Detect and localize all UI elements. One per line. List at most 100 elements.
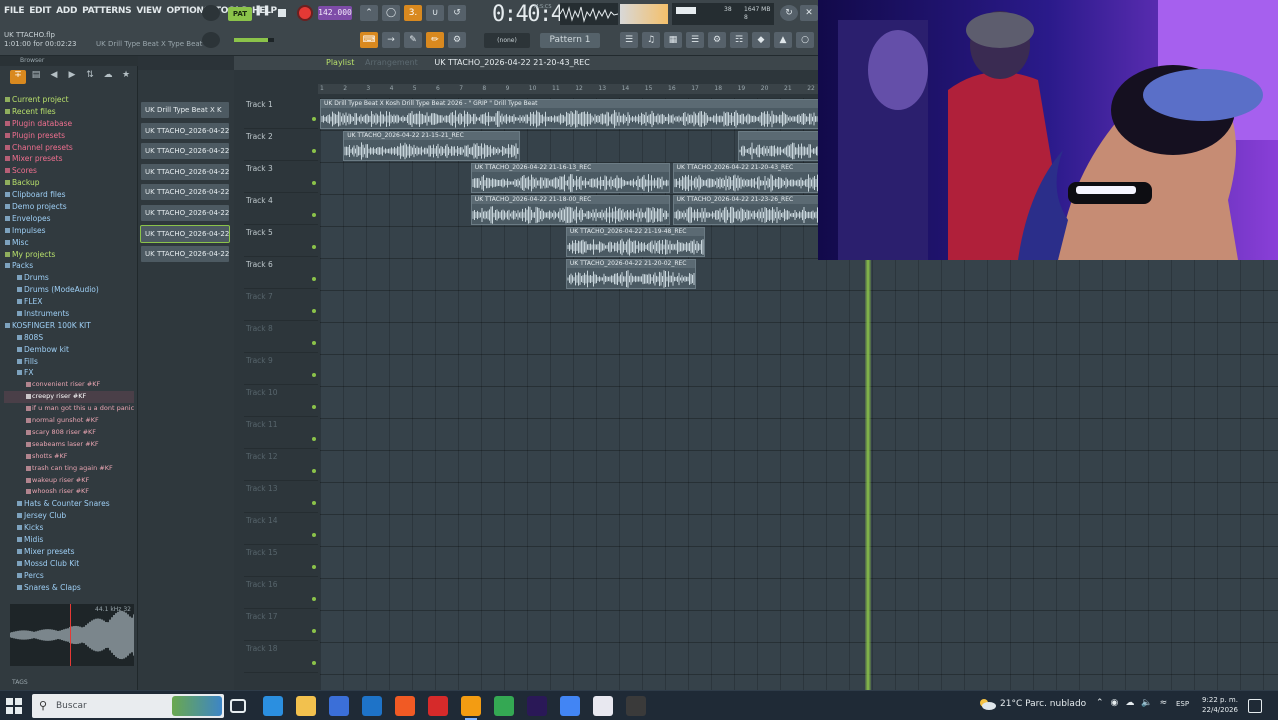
track-mute-led[interactable] [312,181,316,185]
browser-item[interactable]: Drums [4,272,134,284]
track-header[interactable]: Track 10 [244,386,318,417]
file-explorer-icon[interactable] [296,696,316,716]
media-player-icon[interactable] [593,696,613,716]
tempo-display[interactable]: 142.000 [318,6,352,20]
browser-tags[interactable]: TAGS [0,676,138,690]
track-header[interactable]: Track 5 [244,226,318,257]
browser-item[interactable]: Hats & Counter Snares [4,498,134,510]
track-header[interactable]: Track 2 [244,130,318,161]
browser-item[interactable]: Drums (ModeAudio) [4,284,134,296]
audio-clip[interactable]: UK TTACHO_2026-04-22 21-15-21_REC [343,131,520,161]
browser-item[interactable]: convenient riser #KF [4,379,134,391]
star-icon[interactable]: ★ [118,70,134,84]
track-header[interactable]: Track 16 [244,578,318,609]
browser-item[interactable]: Current project [4,94,134,106]
language-indicator[interactable]: ESP [1176,700,1189,708]
browser-item[interactable]: Plugin presets [4,130,134,142]
picker-clip[interactable]: UK TTACHO_2026-04-22 2 [141,143,229,160]
picker-clip[interactable]: UK TTACHO_2026-04-22 2 [141,163,229,180]
browser-item[interactable]: Midis [4,534,134,546]
audio-clip[interactable]: UK TTACHO_2026-04-22 21-18-00_REC [470,195,671,225]
browser-item[interactable]: Mixer presets [4,546,134,558]
plugin-picker-icon[interactable]: ◆ [752,32,770,48]
audio-clip[interactable]: UK TTACHO_2026-04-22 21-23-26_REC [672,195,831,225]
browser-item[interactable]: Channel presets [4,142,134,154]
track-header[interactable]: Track 4 [244,194,318,225]
windows-start-icon[interactable] [6,698,22,714]
browser-item[interactable]: Envelopes [4,213,134,225]
metronome-icon[interactable]: ⌃ [360,5,378,21]
volume-icon[interactable]: 🔈 [1141,698,1152,708]
browser-item[interactable]: Impulses [4,225,134,237]
browser-item[interactable]: Backup [4,177,134,189]
network-icon[interactable]: ◉ [1111,698,1119,708]
track-mute-led[interactable] [312,149,316,153]
menu-patterns[interactable]: PATTERNS [82,6,132,16]
track-header[interactable]: Track 15 [244,546,318,577]
menu-file[interactable]: FILE [4,6,24,16]
browser-item[interactable]: creepy riser #KF [4,391,134,404]
online-icon[interactable]: ↻ [780,5,798,21]
browser-item[interactable]: FX [4,367,134,379]
browser-item[interactable]: Jersey Club [4,510,134,522]
browser-item[interactable]: Clipboard files [4,189,134,201]
track-header[interactable]: Track 7 [244,290,318,321]
browser-item[interactable]: shotts #KF [4,451,134,463]
blend-notes-icon[interactable]: ∪ [426,5,444,21]
browser-item[interactable]: Recent files [4,106,134,118]
track-mute-led[interactable] [312,437,316,441]
track-mute-led[interactable] [312,597,316,601]
browser-item[interactable]: 808S [4,332,134,344]
browser-item[interactable]: Scores [4,165,134,177]
loop-record-icon[interactable]: ↺ [448,5,466,21]
sort-icon[interactable]: ⇅ [82,70,98,84]
browser-item[interactable]: Instruments [4,308,134,320]
pattern-song-toggle[interactable]: PAT [228,7,252,21]
track-mute-led[interactable] [312,245,316,249]
track-mute-led[interactable] [312,661,316,665]
picker-clip[interactable]: UK Drill Type Beat X K [141,102,229,118]
track-mute-led[interactable] [312,373,316,377]
track-header[interactable]: Track 1 [244,98,318,129]
mixer-icon[interactable]: ☰ [686,32,704,48]
browser-item[interactable]: Mossd Club Kit [4,558,134,570]
picker-clip[interactable]: UK TTACHO_2026-04-22 2 [141,205,229,221]
browser-item[interactable]: Kicks [4,522,134,534]
pencil-icon[interactable]: ✎ [404,32,422,48]
picker-clip[interactable]: UK TTACHO_2026-04-22 2 [141,184,229,201]
track-mute-led[interactable] [312,533,316,537]
audio-clip[interactable]: UK Drill Type Beat X Kosh Drill Type Bea… [320,99,831,129]
collapse-icon[interactable]: ∓ [10,70,26,84]
track-header[interactable]: Track 6 [244,258,318,289]
track-header[interactable]: Track 14 [244,514,318,545]
browser-item[interactable]: Snares & Claps [4,582,134,594]
chrome-alt-icon[interactable] [560,696,580,716]
browser-item[interactable]: KOSFINGER 100K KIT [4,320,134,332]
fl-studio-icon[interactable] [461,696,481,720]
browser-item[interactable]: FLEX [4,296,134,308]
track-mute-led[interactable] [312,565,316,569]
cloud-icon[interactable]: ☁ [100,70,116,84]
track-mute-led[interactable] [312,405,316,409]
snap-select[interactable]: (none) [484,33,530,48]
picker-clip[interactable]: UK TTACHO_2026-04-22 2 [140,224,230,243]
task-view-icon[interactable] [230,699,246,713]
browser-item[interactable]: Plugin database [4,118,134,130]
notification-icon[interactable] [1248,699,1262,713]
browser-item[interactable]: Demo projects [4,201,134,213]
pattern-select[interactable]: Pattern 1 [540,33,600,48]
channel-rack-icon[interactable]: ▦ [664,32,682,48]
track-mute-led[interactable] [312,309,316,313]
browser-item[interactable]: My projects [4,249,134,261]
menu-edit[interactable]: EDIT [29,6,51,16]
countdown-icon[interactable]: 3. [404,5,422,21]
track-mute-led[interactable] [312,341,316,345]
browser-icon[interactable]: ☶ [730,32,748,48]
track-header[interactable]: Track 17 [244,610,318,641]
audio-clip[interactable]: UK TTACHO_2026-04-22 21-20-02_REC [565,259,696,289]
arrangement-name[interactable]: Arrangement [365,58,418,67]
store-icon[interactable] [329,696,349,716]
picker-clip[interactable]: UK TTACHO_2026-04-22 2 [141,122,229,139]
plugin-icon[interactable]: ⚙ [708,32,726,48]
edge-icon[interactable] [263,696,283,716]
